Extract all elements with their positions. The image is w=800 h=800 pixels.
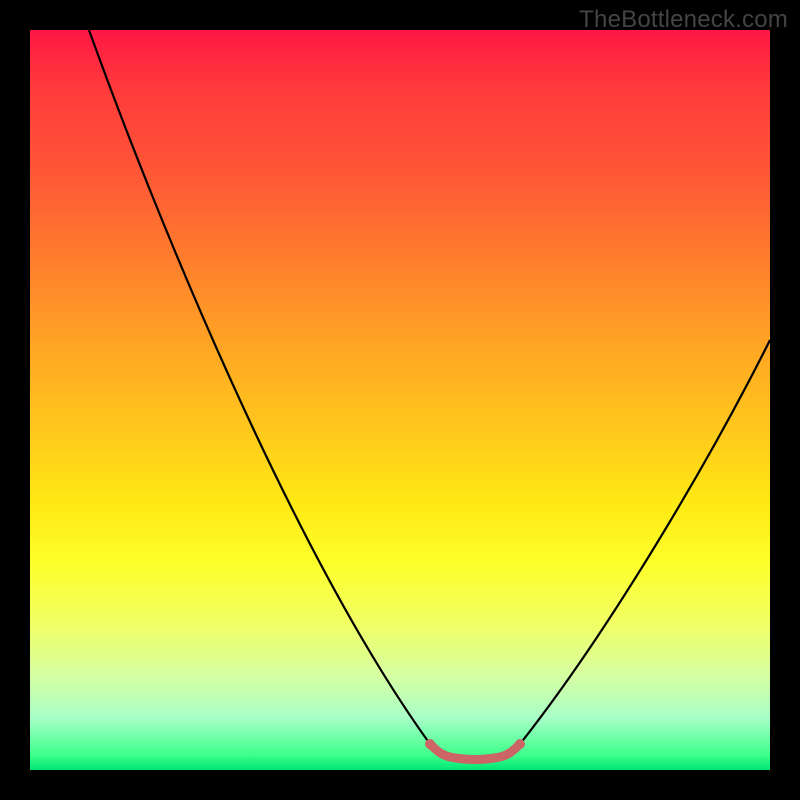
bottom-highlight (430, 744, 520, 760)
highlight-endpoint-left (425, 739, 435, 749)
chart-frame: TheBottleneck.com (0, 0, 800, 800)
chart-svg (30, 30, 770, 770)
bottleneck-curve (89, 30, 770, 760)
plot-area (30, 30, 770, 770)
watermark-text: TheBottleneck.com (579, 6, 788, 34)
highlight-endpoint-right (515, 739, 525, 749)
